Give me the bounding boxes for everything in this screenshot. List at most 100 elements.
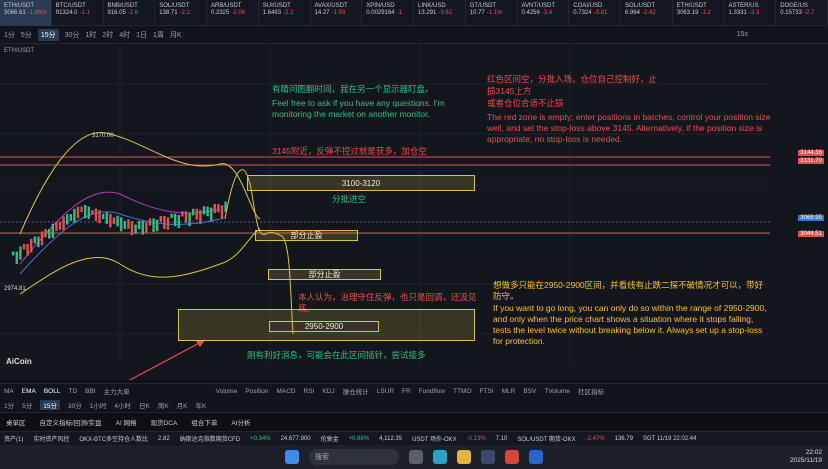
ticker-14[interactable]: ASTER/US 1.3331 -3.3 [725, 0, 777, 26]
sub-indicator-8[interactable]: Fundflow [419, 388, 445, 395]
sub-indicator-13[interactable]: TVolume [544, 388, 570, 395]
ticker-8[interactable]: LINK/USD 13.291 -3.62 [414, 0, 466, 26]
aicoin-icon[interactable] [529, 450, 543, 464]
ticker-10[interactable]: AVNT/USDT 0.4256 -3.4 [518, 0, 570, 26]
timeframe-8[interactable]: 月K [177, 400, 188, 410]
timeframe-6[interactable]: 日K [139, 400, 150, 410]
interval-8[interactable]: 1周 [153, 30, 164, 40]
aicoin-watermark: AiCoin [6, 357, 32, 366]
note-cn-top-right-1: 红色区间空，分批入场，仓位自己控制好，止 [487, 74, 658, 84]
timeframe-7[interactable]: 周K [158, 400, 169, 410]
status-item: 24,677.900 [280, 435, 311, 442]
app-icon[interactable] [481, 450, 495, 464]
timeframe-2[interactable]: 15分 [40, 399, 60, 410]
timeframe-5[interactable]: 4小时 [114, 400, 131, 410]
interval-5[interactable]: 2时 [102, 30, 113, 40]
interval-6[interactable]: 4时 [119, 30, 130, 40]
timeframe-3[interactable]: 30分 [68, 400, 82, 410]
sub-indicator-0[interactable]: Volume [216, 388, 238, 395]
ticker-15[interactable]: DOGE/US 0.15733 -2.7 [776, 0, 828, 26]
candle [15, 251, 18, 265]
sub-indicator-11[interactable]: MLR [502, 388, 516, 395]
chart-area[interactable]: 3170.00 2974.81 ETH/USDT 有睛问图翻时间，我在另一个显示… [0, 44, 828, 380]
candle [163, 215, 166, 230]
sub-indicator-4[interactable]: KDJ [322, 388, 334, 395]
ticker-6[interactable]: AVAX/USDT 14.27 -1.99 [311, 0, 363, 26]
candle [66, 214, 69, 225]
ticker-7[interactable]: XPIN/USD 0.0029164 -1. [362, 0, 414, 26]
chrome-icon[interactable] [505, 450, 519, 464]
explorer-icon[interactable] [457, 450, 471, 464]
timeframe-4[interactable]: 1小时 [90, 400, 107, 410]
bottom-nav-5[interactable]: AI分析 [231, 417, 250, 427]
timeframe-1[interactable]: 5分 [22, 400, 32, 410]
timeframe-bar: 1分 5分 15分 30分 1小时 4小时 日K 周K 月K 年K [0, 398, 828, 411]
bottom-nav-1[interactable]: 自定义指标/回测/实盘 [40, 417, 102, 427]
sub-indicator-10[interactable]: FTSI [480, 388, 494, 395]
windows-start-icon[interactable] [285, 450, 299, 464]
bottom-nav-2[interactable]: AI 网格 [116, 417, 137, 427]
timeframe-9[interactable]: 年K [196, 400, 207, 410]
timeframe-0[interactable]: 1分 [4, 400, 14, 410]
interval-7[interactable]: 1日 [136, 30, 147, 40]
ticker-4[interactable]: ARB/USDT 0.2325 -2.06 [207, 0, 259, 26]
sub-indicator-7[interactable]: FR [402, 388, 411, 395]
sub-indicator-9[interactable]: TTMO [453, 388, 471, 395]
ticker-0[interactable]: ETH/USDT 3066.61 -1.86% [0, 0, 52, 26]
interval-9[interactable]: 月K [170, 30, 182, 40]
status-item: 资产(1) [4, 437, 24, 443]
status-item: 7.10 [495, 435, 508, 442]
bottom-nav-0[interactable]: 桌单区 [6, 417, 26, 427]
candle [130, 221, 134, 236]
interval-2[interactable]: 15分 [37, 28, 59, 41]
symbol-label: ETH/USDT [4, 48, 34, 54]
ticker-1[interactable]: BTC/USDT 91324.0 -1.1 [52, 0, 104, 26]
ticker-9[interactable]: GT/USDT 10.77 -1.1% [466, 0, 518, 26]
sub-indicator-6[interactable]: LSUR [377, 388, 394, 395]
ticker-13[interactable]: ETH/USDT 3063.19 -1.2 [673, 0, 725, 26]
ticker-change: -1.2 [700, 9, 711, 16]
indicator-4[interactable]: BBI [85, 388, 95, 395]
sub-indicator-14[interactable]: 社区指标 [578, 386, 604, 396]
candle [69, 214, 72, 221]
sub-indicator-2[interactable]: MACD [276, 388, 295, 395]
ticker-change: -3.62 [438, 9, 453, 16]
indicator-5[interactable]: 主力大单 [104, 386, 130, 396]
indicator-3[interactable]: TD [68, 388, 77, 395]
status-item: +0.88% [348, 435, 370, 442]
candle [166, 217, 170, 230]
interval-1[interactable]: 5分 [21, 30, 32, 40]
ticker-3[interactable]: SOL/USDT 138.71 -2.2 [155, 0, 207, 26]
candle [30, 238, 33, 253]
indicator-0[interactable]: MA [4, 388, 14, 395]
interval-3[interactable]: 30分 [65, 30, 80, 40]
ticker-11[interactable]: COAI/USD 0.7324 -3.81 [569, 0, 621, 26]
candle [120, 217, 123, 232]
ticker-price: 138.71 [159, 9, 178, 16]
status-item: 伦敦金 [320, 437, 339, 443]
sub-indicator-1[interactable]: Position [245, 388, 268, 395]
ticker-2[interactable]: BNB/USDT 916.05 -1.6 [104, 0, 156, 26]
edge-icon[interactable] [433, 450, 447, 464]
sub-indicator-12[interactable]: BSV [523, 388, 536, 395]
candle [127, 219, 130, 229]
interval-0[interactable]: 1分 [4, 30, 15, 40]
high-price-label: 3170.00 [92, 133, 114, 139]
candle [40, 231, 44, 246]
interval-4[interactable]: 1时 [85, 30, 96, 40]
candle [80, 206, 83, 213]
ticker-5[interactable]: SUI/USDT 1.6493 -2.2 [259, 0, 311, 26]
taskbar-search[interactable]: 搜索 [309, 449, 399, 465]
bottom-nav-3[interactable]: 现货DCA [151, 417, 178, 427]
indicator-2[interactable]: BOLL [44, 388, 61, 395]
ticker-change: -1. [396, 9, 404, 16]
sub-indicator-5[interactable]: 操仓统计 [343, 386, 369, 396]
note-cn-top-right-2: 损3145上方 [487, 86, 532, 96]
bottom-nav-4[interactable]: 组合下单 [191, 417, 217, 427]
sub-indicator-3[interactable]: RSI [304, 388, 315, 395]
task-view-icon[interactable] [409, 450, 423, 464]
ticker-12[interactable]: SOL/USDT 6.964 -2.42 [621, 0, 673, 26]
refresh-interval[interactable]: 15s [737, 31, 748, 38]
candle [91, 210, 94, 215]
indicator-1[interactable]: EMA [22, 388, 36, 395]
